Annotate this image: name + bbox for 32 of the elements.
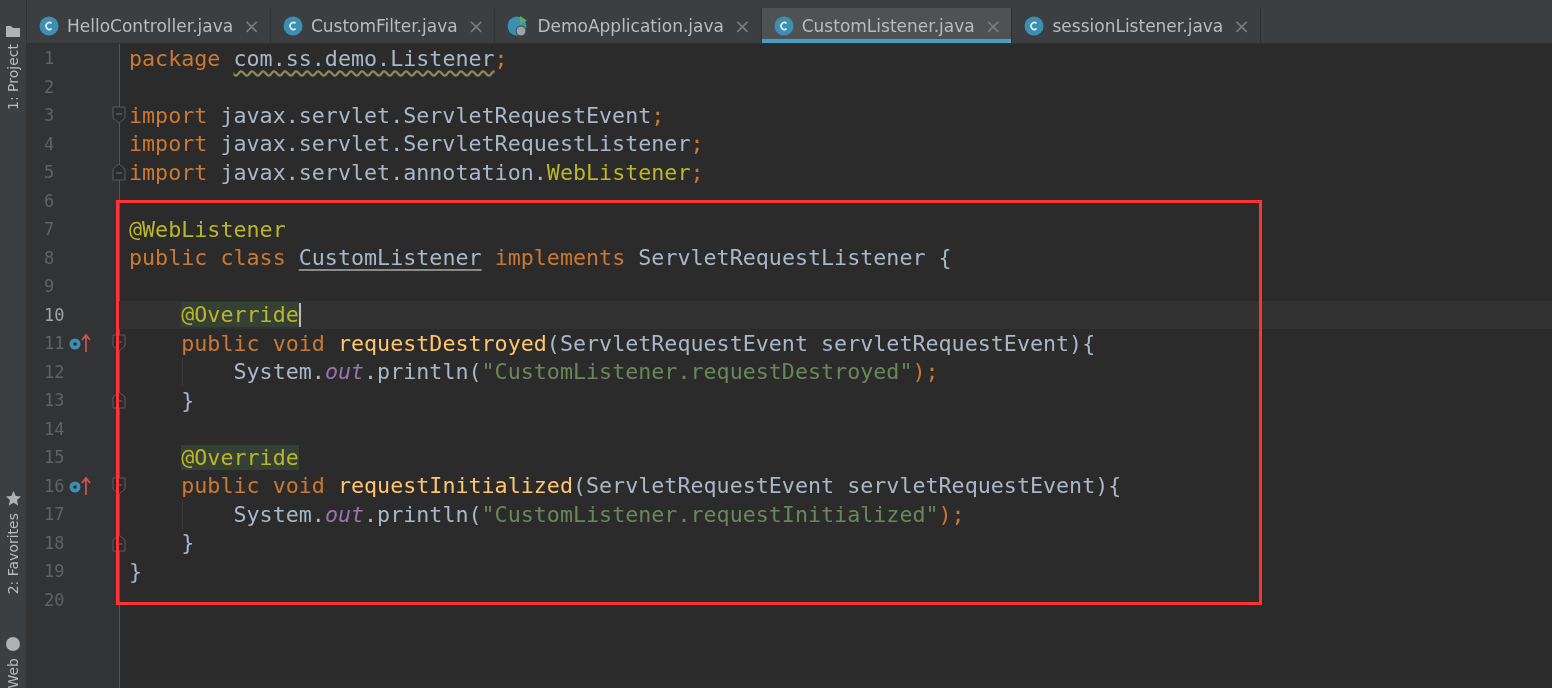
code-line: } [129,558,143,584]
code-line: } [180,530,195,556]
code-line: import javax.servlet.annotation.WebListener; [129,159,704,185]
implements-method-icon[interactable] [69,333,93,354]
line-number: 10 [44,304,65,325]
editor-tab[interactable]: sessionListener.java × [1012,8,1262,43]
editor-tab[interactable]: CustomListener.java × [761,8,1013,43]
star-icon [4,490,22,507]
tool-window-tab[interactable]: 2: Favorites [5,513,21,595]
code-line: @WebListener [129,216,286,242]
code-line: import javax.servlet.ServletRequestEvent; [129,102,665,128]
code-line: } [180,387,195,413]
code-line: public void requestInitialized(ServletRequestEvent servletRequestEvent){ [180,473,1122,499]
code-line: public void requestDestroyed(ServletRequestEvent servletRequestEvent){ [180,330,1096,356]
code-line: import javax.servlet.ServletRequestListener; [129,131,704,157]
class-icon [282,15,303,36]
class-icon [1024,15,1045,36]
text-cursor [298,302,301,327]
class-icon [39,15,59,36]
editor-tab[interactable]: DemoApplication.java × [495,8,762,43]
editor-tab[interactable]: HelloController.java × [27,8,271,43]
code-line: public class CustomListener implements ServletRequestListener { [129,245,952,271]
folder-icon [5,24,21,38]
code-line: package com.ss.demo.Listener; [129,45,508,71]
code-line: System.out.println("CustomListener.requestInitialized"); [232,501,965,527]
tool-window-tab[interactable]: 1: Project [5,44,21,110]
class-run-icon [507,14,530,37]
code-line: System.out.println("CustomListener.requestDestroyed"); [232,359,939,385]
editor-tab[interactable]: CustomFilter.java × [270,8,496,43]
implements-method-icon[interactable] [69,475,93,496]
class-icon [773,15,794,36]
tool-window-tab[interactable]: Web [5,658,21,688]
